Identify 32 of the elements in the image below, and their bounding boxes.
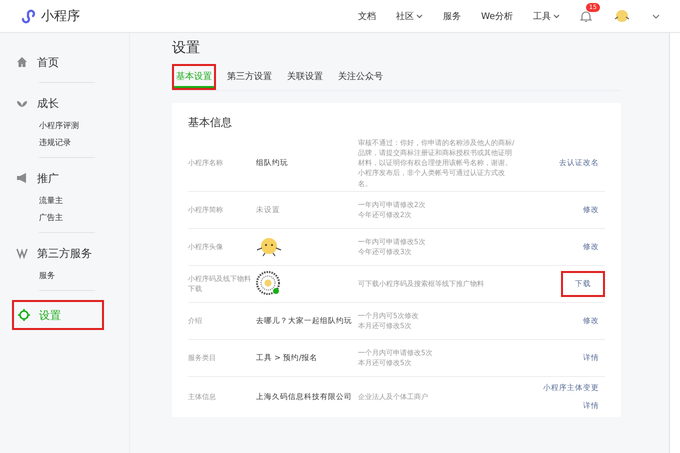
caret-icon bbox=[553, 14, 560, 18]
tab[interactable]: 第三方设置 bbox=[223, 64, 276, 90]
avatar-icon[interactable] bbox=[612, 8, 632, 24]
bell-icon[interactable] bbox=[580, 10, 592, 22]
sidebar-item[interactable]: 成长 bbox=[12, 92, 98, 114]
settings-icon bbox=[18, 309, 30, 321]
scrollbar[interactable] bbox=[669, 33, 680, 453]
sidebar-subitem[interactable]: 流量主 bbox=[39, 195, 129, 206]
nav-link[interactable]: 文档 bbox=[358, 10, 376, 22]
card-title: 基本信息 bbox=[188, 115, 233, 130]
nav-link[interactable]: We分析 bbox=[481, 10, 513, 22]
logo-text: 小程序 bbox=[41, 8, 80, 25]
sidebar-subitem[interactable]: 违规记录 bbox=[39, 137, 129, 148]
nav-link[interactable]: 服务 bbox=[443, 10, 462, 22]
caret-icon bbox=[416, 14, 424, 18]
nav-link[interactable]: 社区 bbox=[396, 10, 424, 22]
logo-icon bbox=[20, 8, 36, 24]
sidebar-item[interactable]: 推广 bbox=[12, 167, 98, 189]
megaphone-icon bbox=[16, 172, 28, 184]
sidebar-item[interactable]: 首页 bbox=[12, 51, 98, 73]
services-icon bbox=[16, 247, 28, 259]
home-icon bbox=[16, 56, 28, 68]
tab[interactable]: 关联设置 bbox=[283, 64, 327, 90]
sidebar-subitem[interactable]: 服务 bbox=[39, 270, 129, 281]
sidebar-item[interactable]: 第三方服务 bbox=[12, 242, 98, 264]
nav-link[interactable]: 工具 bbox=[533, 10, 560, 22]
qr-code-icon bbox=[256, 270, 280, 295]
tab[interactable]: 关注公众号 bbox=[334, 64, 387, 90]
caret-icon[interactable] bbox=[652, 14, 660, 18]
sidebar-subitem[interactable]: 小程序评测 bbox=[39, 120, 129, 131]
sidebar-subitem[interactable]: 广告主 bbox=[39, 212, 129, 223]
page-title: 设置 bbox=[172, 39, 201, 57]
